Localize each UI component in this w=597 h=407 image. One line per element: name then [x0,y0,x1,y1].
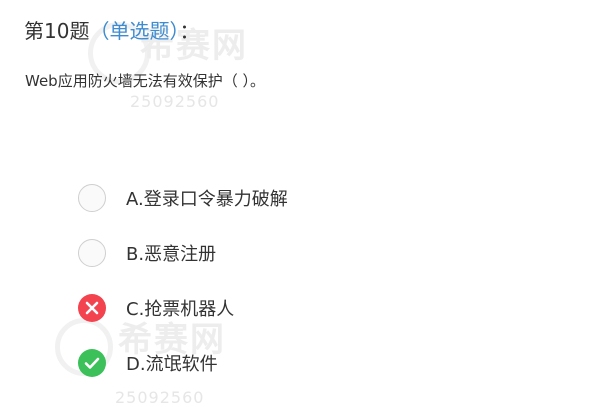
question-text: Web应用防火墙无法有效保护（ ）。 [25,72,265,90]
option-d[interactable]: D.流氓软件 [78,346,218,380]
watermark-id-bottom: 25092560 [115,388,205,407]
x-icon[interactable] [78,294,106,322]
option-c-label: C.抢票机器人 [126,299,235,320]
option-b[interactable]: B.恶意注册 [78,236,216,270]
radio-empty-icon[interactable] [78,239,106,267]
option-c[interactable]: C.抢票机器人 [78,291,234,325]
option-b-label: B.恶意注册 [126,244,217,265]
question-number: 第10题 [24,19,90,43]
check-icon[interactable] [78,349,106,377]
option-a-label: A.登录口令暴力破解 [126,189,288,210]
question-header: 第10题（单选题）： [24,16,199,46]
question-type: （单选题） [89,19,180,43]
radio-empty-icon[interactable] [78,184,106,212]
question-colon: ： [179,19,200,43]
watermark-id-top: 25092560 [130,92,220,111]
option-a[interactable]: A.登录口令暴力破解 [78,181,288,215]
option-d-label: D.流氓软件 [126,354,218,375]
